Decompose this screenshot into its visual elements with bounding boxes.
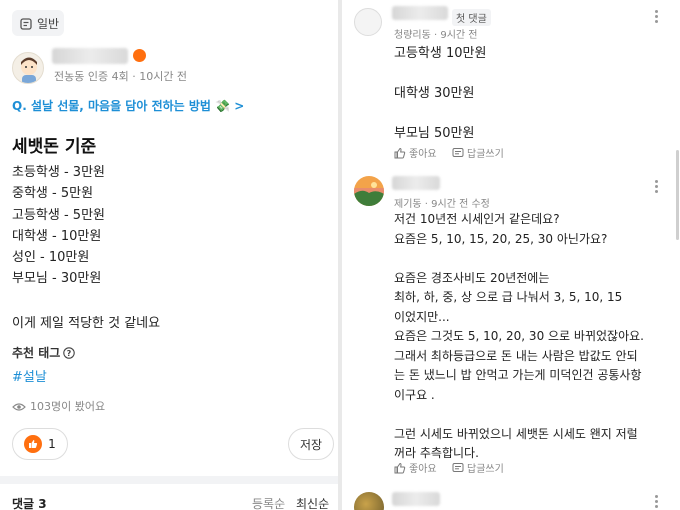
reply-label: 답글쓰기 [467,149,504,160]
tags-label: 추천 태그 [12,346,61,360]
reply-label: 답글쓰기 [467,464,504,475]
comment-1-reply-button[interactable]: 답글쓰기 [452,145,504,160]
comment-2-meta: 제기동 · 9시간 전 수정 [394,199,490,210]
comment-line: 저건 10년전 시세인거 같은데요? [394,212,560,226]
comment-3-avatar[interactable] [354,492,384,510]
comment-2-reply-button[interactable]: 답글쓰기 [452,460,504,475]
post-line: 대학생 - 10만원 [12,228,102,244]
post-closing: 이게 제일 적당한 것 같네요 [12,316,161,331]
reply-icon [452,147,464,159]
eye-icon [12,400,26,413]
svg-text:?: ? [67,349,72,358]
category-chip[interactable]: 일반 [12,10,64,36]
comment-2-author-redacted [392,176,440,190]
comment-line: 는 돈 냈느니 밥 안먹고 가는게 미덕인건 공통사항 [394,368,642,382]
thumbs-up-outline-icon [394,147,406,159]
comment-line: 그래서 최하등급으로 돈 내는 사람은 밥값도 안되 [394,348,638,363]
post-line: 초등학생 - 3만원 [12,165,105,180]
scrollbar[interactable] [676,150,679,240]
sort-latest[interactable]: 최신순 [296,495,329,510]
comment-1-like-button[interactable]: 좋아요 [394,145,437,160]
comment-line: 이구요 . [394,387,435,402]
first-comment-badge: 첫 댓글 [452,9,491,26]
comment-line: 부모님 50만원 [394,126,475,141]
save-button[interactable]: 저장 [288,428,334,460]
tag-link[interactable]: #설날 [12,366,47,385]
post-line: 성인 - 10만원 [12,250,90,266]
comment-line: 요즘은 경조사비도 20년전에는 [394,270,550,285]
comments-pane: 첫 댓글 청량리동 · 9시간 전 고등학생 10만원 대학생 30만원 부모님… [342,0,680,510]
comment-1-body: 고등학생 10만원 대학생 30만원 부모님 50만원 [394,44,486,144]
comment-1-more-icon[interactable] [655,10,659,25]
reply-icon [452,462,464,474]
help-icon[interactable]: ? [63,346,76,360]
comment-2-body: 저건 10년전 시세인거 같은데요? 요즘은 5, 10, 15, 20, 25… [394,210,644,464]
like-button[interactable]: 1 [12,428,68,460]
post-pane: 일반 전농동 인증 4회 · 10시간 전 Q. 설날 선물, 마음을 담아 전… [0,0,338,510]
views-count: 103명이 봤어요 [30,400,106,413]
comment-line: 고등학생 10만원 [394,46,487,61]
comment-1-avatar[interactable] [354,8,382,36]
post-line: 중학생 - 5만원 [12,186,94,202]
author-avatar[interactable] [12,52,44,84]
comment-line: 최하, 하, 중, 상 으로 급 나눠서 3, 5, 10, 15 [394,290,623,304]
comment-1-author-redacted [392,6,448,20]
post-line: 부모님 - 30만원 [12,271,102,287]
document-icon [20,16,32,30]
post-title: 세뱃돈 기준 [12,137,97,157]
avatar-illustration-icon [21,57,37,83]
author-name-redacted [52,48,128,64]
comment-line: 이었지만... [394,309,450,324]
sort-registered[interactable]: 등록순 [252,495,285,510]
category-label: 일반 [37,16,60,31]
like-label: 좋아요 [409,464,437,475]
comment-3-author-redacted [392,492,440,506]
thumbs-up-outline-icon [394,462,406,474]
comment-line: 요즘은 5, 10, 15, 20, 25, 30 아닌가요? [394,231,608,246]
like-label: 좋아요 [409,149,437,160]
author-meta: 전농동 인증 4회 · 10시간 전 [54,70,188,83]
comment-2-like-button[interactable]: 좋아요 [394,460,437,475]
thumbs-up-icon [24,435,43,453]
post-line: 고등학생 - 5만원 [12,207,105,223]
landscape-avatar-icon [354,176,384,206]
comments-count: 댓글 3 [12,497,47,510]
section-divider [0,476,338,484]
comment-2-more-icon[interactable] [655,180,659,195]
comment-1-meta: 청량리동 · 9시간 전 [394,30,478,41]
comment-line: 요즘은 그것도 5, 10, 20, 30 으로 바뀌었잖아요. [394,329,644,343]
comment-line: 그런 시세도 바뀌었으니 세뱃돈 시세도 왠지 저럴 [394,426,638,441]
comment-2-avatar[interactable] [354,176,384,206]
tags-heading: 추천 태그 ? [12,344,76,361]
comment-line: 대학생 30만원 [394,86,475,101]
views-row: 103명이 봤어요 [12,398,105,414]
like-count: 1 [48,437,56,451]
author-badge-icon [133,49,146,62]
post-body: 초등학생 - 3만원 중학생 - 5만원 고등학생 - 5만원 대학생 - 10… [12,162,105,290]
question-link[interactable]: Q. 설날 선물, 마음을 담아 전하는 방법 💸 > [12,97,244,114]
comment-3-more-icon[interactable] [655,495,659,510]
